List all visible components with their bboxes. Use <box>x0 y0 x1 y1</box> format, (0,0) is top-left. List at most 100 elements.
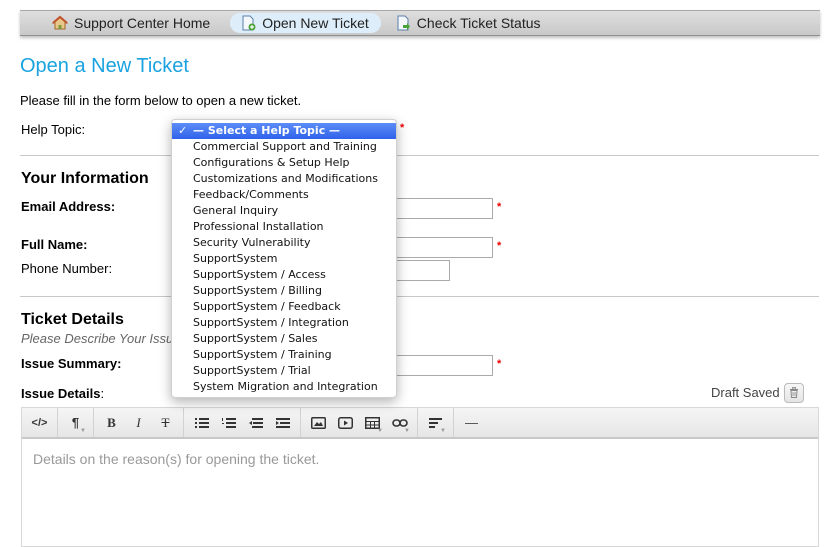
phone-label: Phone Number: <box>21 261 113 276</box>
outdent-icon <box>248 417 263 428</box>
option-label: Professional Installation <box>193 220 324 233</box>
paragraph-icon: ¶ <box>71 415 80 430</box>
dropdown-option[interactable]: SupportSystem / Training <box>172 347 396 363</box>
option-label: Configurations & Setup Help <box>193 156 350 169</box>
toolbar-group: — <box>454 408 489 437</box>
option-label: SupportSystem / Training <box>193 348 332 361</box>
italic-button[interactable]: I <box>125 411 152 435</box>
image-icon <box>311 416 326 429</box>
issue-details-label: Issue Details <box>21 386 101 401</box>
ordered-list-icon <box>221 417 236 428</box>
unordered-list-icon <box>194 417 209 428</box>
option-label: SupportSystem <box>193 252 278 265</box>
indent-icon <box>275 417 290 428</box>
video-icon <box>338 416 353 429</box>
horizontal-rule-button[interactable]: — <box>458 411 485 435</box>
nav-open-new-ticket[interactable]: Open New Ticket <box>230 13 381 33</box>
dropdown-option[interactable]: System Migration and Integration <box>172 379 396 395</box>
nav-label: Open New Ticket <box>262 15 369 31</box>
caret-down-icon: ▼ <box>80 427 86 434</box>
toolbar-group: B I T <box>94 408 184 437</box>
new-ticket-icon <box>240 15 256 31</box>
caret-down-icon: ▼ <box>440 427 446 434</box>
draft-status: Draft Saved <box>711 385 780 400</box>
caret-down-icon: ▼ <box>404 427 410 434</box>
toolbar-group: ▼ ▼ <box>301 408 418 437</box>
home-icon <box>51 15 69 31</box>
option-label: SupportSystem / Trial <box>193 364 311 377</box>
option-label: SupportSystem / Integration <box>193 316 349 329</box>
issue-details-editor[interactable]: Details on the reason(s) for opening the… <box>22 439 818 479</box>
option-label: — Select a Help Topic — <box>193 124 341 137</box>
option-label: General Inquiry <box>193 204 279 217</box>
ticket-details-subtitle: Please Describe Your Issue <box>21 331 181 346</box>
issue-details-colon: : <box>100 386 105 401</box>
insert-video-button[interactable] <box>332 411 359 435</box>
option-label: SupportSystem / Billing <box>193 284 322 297</box>
dropdown-option[interactable]: Customizations and Modifications <box>172 171 396 187</box>
bold-button[interactable]: B <box>98 411 125 435</box>
link-icon <box>391 418 408 427</box>
outdent-button[interactable] <box>242 411 269 435</box>
indent-button[interactable] <box>269 411 296 435</box>
dropdown-option[interactable]: SupportSystem / Trial <box>172 363 396 379</box>
option-label: Customizations and Modifications <box>193 172 378 185</box>
dropdown-option[interactable]: General Inquiry <box>172 203 396 219</box>
toolbar-group: ▼ <box>418 408 454 437</box>
dropdown-option[interactable]: Feedback/Comments <box>172 187 396 203</box>
intro-text: Please fill in the form below to open a … <box>20 93 302 108</box>
option-label: SupportSystem / Access <box>193 268 326 281</box>
help-topic-label: Help Topic: <box>21 122 86 137</box>
unordered-list-button[interactable] <box>188 411 215 435</box>
required-mark: * <box>497 240 502 252</box>
dropdown-option[interactable]: SupportSystem / Billing <box>172 283 396 299</box>
dropdown-option[interactable]: SupportSystem / Sales <box>172 331 396 347</box>
paragraph-format-button[interactable]: ¶ ▼ <box>62 411 89 435</box>
issue-details-label-wrap: Issue Details: <box>21 386 104 401</box>
strikethrough-button[interactable]: T <box>152 411 179 435</box>
email-label: Email Address: <box>21 199 116 214</box>
dropdown-option-selected[interactable]: ✓ — Select a Help Topic — <box>172 123 396 139</box>
html-button[interactable]: </> <box>26 411 53 435</box>
toolbar-group: </> <box>22 408 58 437</box>
option-label: Commercial Support and Training <box>193 140 377 153</box>
insert-link-button[interactable]: ▼ <box>386 411 413 435</box>
page-title: Open a New Ticket <box>20 55 189 77</box>
rich-text-editor: </> ¶ ▼ B I T ▼ ▼ ▼ — Details on the rea… <box>21 407 819 547</box>
nav-label: Check Ticket Status <box>416 15 541 31</box>
dropdown-option[interactable]: SupportSystem / Access <box>172 267 396 283</box>
checkmark-icon: ✓ <box>178 124 188 137</box>
align-left-icon <box>429 417 442 428</box>
dropdown-option[interactable]: SupportSystem / Integration <box>172 315 396 331</box>
issue-summary-label: Issue Summary: <box>21 356 122 371</box>
nav-label: Support Center Home <box>74 15 211 31</box>
caret-down-icon: ▼ <box>377 427 383 434</box>
insert-table-button[interactable]: ▼ <box>359 411 386 435</box>
ordered-list-button[interactable] <box>215 411 242 435</box>
ticket-details-heading: Ticket Details <box>21 311 124 328</box>
help-topic-dropdown[interactable]: ✓ — Select a Help Topic — Commercial Suppo… <box>171 119 397 398</box>
option-label: SupportSystem / Feedback <box>193 300 341 313</box>
dropdown-option[interactable]: Commercial Support and Training <box>172 139 396 155</box>
dropdown-option[interactable]: Security Vulnerability <box>172 235 396 251</box>
required-mark: * <box>497 201 502 213</box>
dropdown-option[interactable]: SupportSystem <box>172 251 396 267</box>
option-label: Security Vulnerability <box>193 236 311 249</box>
dropdown-option[interactable]: SupportSystem / Feedback <box>172 299 396 315</box>
required-mark: * <box>497 358 502 370</box>
alignment-button[interactable]: ▼ <box>422 411 449 435</box>
full-name-label: Full Name: <box>21 237 88 252</box>
divider <box>20 155 819 156</box>
option-label: SupportSystem / Sales <box>193 332 318 345</box>
insert-image-button[interactable] <box>305 411 332 435</box>
nav-check-ticket-status[interactable]: Check Ticket Status <box>391 13 551 33</box>
ticket-status-icon <box>395 15 411 31</box>
dropdown-option[interactable]: Professional Installation <box>172 219 396 235</box>
delete-draft-button[interactable] <box>784 383 804 403</box>
divider <box>20 296 819 297</box>
dropdown-option[interactable]: Configurations & Setup Help <box>172 155 396 171</box>
trash-icon <box>789 386 799 401</box>
nav-support-center-home[interactable]: Support Center Home <box>48 13 220 33</box>
option-label: System Migration and Integration <box>193 380 378 393</box>
your-information-heading: Your Information <box>21 170 149 187</box>
